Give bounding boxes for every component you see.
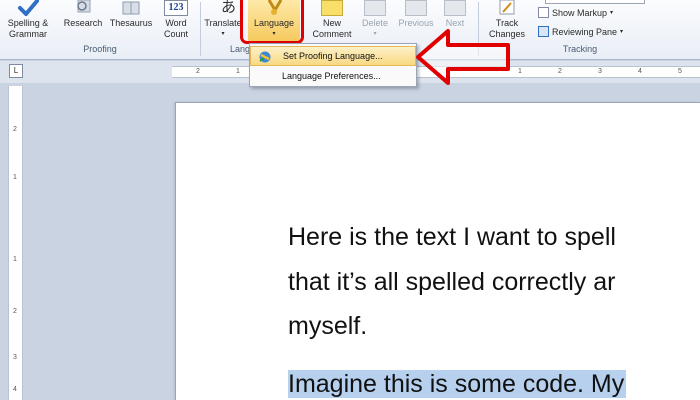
word-count-label-1: Word — [165, 18, 187, 28]
set-proofing-language-item[interactable]: Set Proofing Language... — [250, 46, 416, 66]
delete-label: Delete — [361, 18, 388, 28]
reviewing-pane-dropdown-arrow: ▾ — [620, 29, 624, 35]
ruler-tick: 5 — [678, 68, 682, 75]
word-count-button[interactable]: 123 Word Count — [156, 0, 196, 40]
ruler-tick: 4 — [638, 68, 642, 75]
translate-dropdown-arrow: ▾ — [221, 31, 225, 37]
show-markup-label: Show Markup — [552, 7, 608, 18]
reviewing-pane-label: Reviewing Pane — [552, 26, 618, 37]
ruler-tick: 1 — [13, 256, 17, 263]
language-highlight — [240, 0, 304, 44]
next-comment-button[interactable]: Next — [438, 0, 472, 29]
document-line[interactable]: Here is the text I want to spell — [288, 221, 616, 253]
ruler-tick: 2 — [13, 308, 17, 315]
new-comment-icon — [321, 0, 343, 16]
spelling-label-2: Grammar — [9, 29, 47, 39]
translate-button[interactable]: あ Translate ▾ — [202, 0, 244, 40]
research-button[interactable]: Research — [62, 0, 104, 29]
new-comment-label-2: Comment — [312, 29, 352, 39]
red-arrow-annotation — [416, 29, 510, 85]
ruler-tick: 1 — [518, 68, 522, 75]
show-markup-dropdown-arrow: ▾ — [610, 10, 614, 16]
new-comment-button[interactable]: New Comment — [308, 0, 356, 40]
ruler-tick: 1 — [13, 174, 17, 181]
checkmark-icon — [18, 0, 39, 16]
document-page[interactable]: Here is the text I want to spell that it… — [175, 102, 700, 400]
thesaurus-button[interactable]: Thesaurus — [106, 0, 156, 29]
next-comment-icon — [444, 0, 466, 16]
ruler-tick: 3 — [13, 354, 17, 361]
ruler-tick: 2 — [13, 126, 17, 133]
previous-comment-button[interactable]: Previous — [394, 0, 438, 29]
reviewing-pane-button[interactable]: Reviewing Pane ▾ — [538, 26, 623, 37]
track-changes-icon — [499, 0, 515, 15]
ribbon-field[interactable] — [545, 0, 645, 4]
show-markup-icon — [538, 7, 549, 18]
spelling-label-1: Spelling & — [7, 18, 49, 28]
reviewing-pane-icon — [538, 26, 549, 37]
translate-icon: あ — [220, 0, 236, 16]
thesaurus-label: Thesaurus — [109, 18, 153, 28]
vertical-ruler[interactable]: 2 1 1 2 3 4 — [8, 86, 23, 400]
show-markup-button[interactable]: Show Markup ▾ — [538, 7, 613, 18]
proofing-language-icon — [259, 51, 271, 63]
book-icon — [122, 1, 140, 15]
document-line[interactable]: myself. — [288, 310, 367, 342]
group-separator — [200, 2, 201, 56]
delete-comment-button[interactable]: Delete ▾ — [354, 0, 396, 40]
delete-comment-icon — [364, 0, 386, 16]
set-proofing-language-label: Set Proofing Language... — [283, 51, 383, 61]
word-count-label-2: Count — [163, 29, 189, 39]
ruler-toggle-button[interactable]: L — [9, 64, 23, 78]
ruler-tick: 2 — [558, 68, 562, 75]
selected-text[interactable]: Imagine this is some code. My — [288, 370, 627, 398]
delete-dropdown-arrow: ▾ — [373, 31, 377, 37]
ruler-tick: 1 — [236, 68, 240, 75]
ruler-tick: 3 — [598, 68, 602, 75]
research-label: Research — [63, 18, 103, 28]
language-preferences-item[interactable]: Language Preferences... — [250, 66, 416, 86]
new-comment-label-1: New — [322, 18, 341, 28]
tracking-group-label: Tracking — [562, 44, 598, 54]
proofing-group-label: Proofing — [83, 44, 117, 54]
language-preferences-label: Language Preferences... — [282, 71, 381, 81]
research-icon — [77, 0, 91, 13]
spelling-grammar-button[interactable]: Spelling & Grammar — [6, 0, 50, 40]
language-dropdown-menu: Set Proofing Language... Language Prefer… — [249, 43, 417, 87]
translate-label: Translate — [204, 18, 242, 28]
document-line[interactable]: that it’s all spelled correctly ar — [288, 266, 615, 298]
word-count-icon: 123 — [164, 0, 188, 16]
ruler-tick: 4 — [13, 386, 17, 393]
previous-comment-icon — [405, 0, 427, 16]
selected-text-line[interactable]: Imagine this is some code. My — [288, 368, 627, 400]
ruler-tick: 2 — [196, 68, 200, 75]
